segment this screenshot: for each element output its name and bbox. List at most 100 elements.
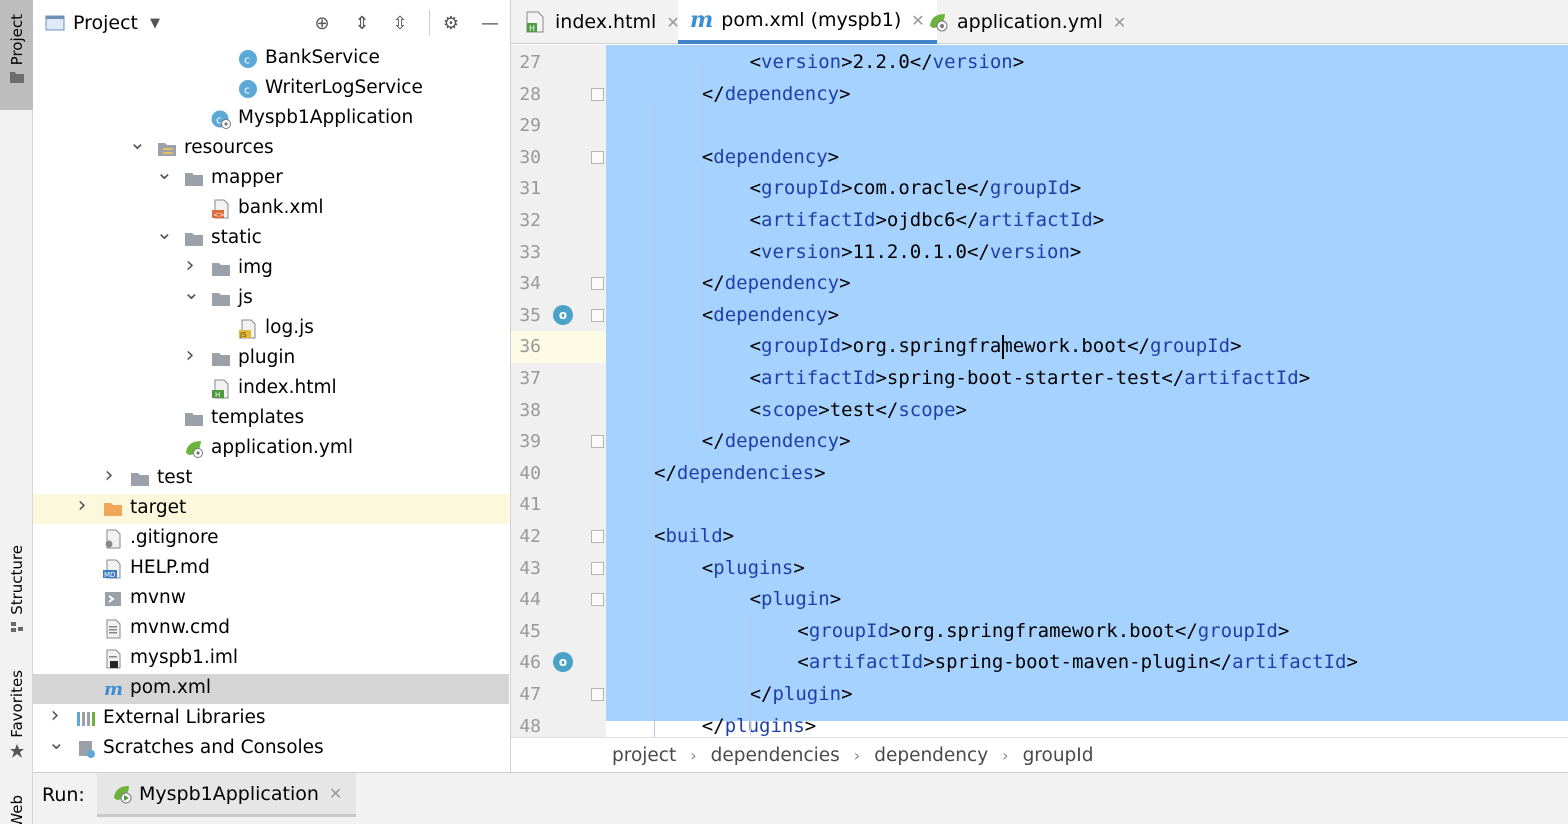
tree-item[interactable]: c BankService xyxy=(33,44,509,74)
tree-item[interactable]: › External Libraries xyxy=(33,704,509,734)
fold-marker-icon[interactable] xyxy=(591,308,604,322)
tree-item[interactable]: JS log.js xyxy=(33,314,509,344)
tree-item[interactable]: c Myspb1Application xyxy=(33,104,509,134)
close-icon[interactable]: ✕ xyxy=(911,11,924,30)
fold-marker-icon[interactable] xyxy=(591,593,604,607)
folder-icon xyxy=(211,349,231,369)
breadcrumb-item[interactable]: groupId xyxy=(1023,745,1094,766)
minimize-icon[interactable]: — xyxy=(479,13,501,35)
code-line: <groupId>org.springframework.boot</group… xyxy=(749,335,1242,358)
overridden-dependency-icon[interactable]: o xyxy=(553,304,573,325)
fold-marker-icon[interactable] xyxy=(591,277,604,291)
maven-icon: m xyxy=(690,7,714,33)
chevron-down-icon[interactable]: ⌄ xyxy=(183,282,200,302)
tree-item-label: Scratches and Consoles xyxy=(103,737,324,758)
tree-item[interactable]: <> bank.xml xyxy=(33,194,509,224)
tree-item-label: mapper xyxy=(211,167,283,188)
tree-item[interactable]: myspb1.iml xyxy=(33,644,509,674)
tab-label: pom.xml (myspb1) xyxy=(721,9,902,31)
chevron-down-icon[interactable]: ⌄ xyxy=(129,132,146,152)
tree-item[interactable]: ⌄ mapper xyxy=(33,162,509,194)
line-number: 28 xyxy=(519,83,541,105)
code-line: </plugins> xyxy=(701,714,817,737)
fold-marker-icon[interactable] xyxy=(591,87,604,101)
breadcrumb-item[interactable]: dependencies xyxy=(711,745,840,766)
chevron-down-icon[interactable]: ▼ xyxy=(150,16,160,31)
tree-item[interactable]: ⌄ js xyxy=(33,282,509,314)
chevron-down-icon[interactable]: ⌄ xyxy=(48,732,65,752)
tree-item[interactable]: Hindex.html xyxy=(33,374,509,404)
chevron-right-icon[interactable]: › xyxy=(48,705,62,727)
project-view-icon xyxy=(45,15,65,31)
tree-item[interactable]: › test xyxy=(33,464,509,494)
code-line: <artifactId>spring-boot-starter-test</ar… xyxy=(749,367,1311,389)
breadcrumb-item[interactable]: dependency xyxy=(874,745,988,766)
close-icon[interactable]: ✕ xyxy=(329,784,342,803)
tree-item[interactable]: mvnw xyxy=(33,584,509,614)
line-number: 33 xyxy=(519,241,541,263)
close-icon[interactable]: ✕ xyxy=(1113,13,1126,32)
star-icon xyxy=(9,743,24,758)
run-config-tab[interactable]: Myspb1Application ✕ xyxy=(97,773,357,817)
tab-index-html[interactable]: H index.html ✕ xyxy=(525,0,680,44)
tree-item[interactable]: › plugin xyxy=(33,344,509,374)
breadcrumb-item[interactable]: project xyxy=(612,745,676,766)
folder-icon xyxy=(184,409,204,429)
tree-item[interactable]: ⌄ resources xyxy=(33,132,509,164)
tree-item-label: static xyxy=(211,227,262,248)
tab-pom-xml[interactable]: m pom.xml (myspb1) ✕ xyxy=(678,0,937,44)
fold-marker-icon[interactable] xyxy=(591,150,604,164)
chevron-right-icon[interactable]: › xyxy=(183,255,197,277)
folder-icon xyxy=(211,289,231,309)
project-view-title[interactable]: Project xyxy=(73,12,138,34)
expand-all-icon[interactable]: ⇕ xyxy=(351,13,373,35)
tree-item[interactable]: › img xyxy=(33,254,509,284)
chevron-down-icon[interactable]: ⌄ xyxy=(156,162,173,182)
tree-item-label: log.js xyxy=(265,317,314,338)
fold-marker-icon[interactable] xyxy=(591,561,604,575)
favorites-tool-tab[interactable]: Favorites xyxy=(0,670,33,770)
svg-text:m: m xyxy=(104,679,123,699)
project-tool-tab[interactable]: Project xyxy=(0,0,33,110)
web-tool-tab[interactable]: Web xyxy=(0,795,33,824)
chevron-right-icon[interactable]: › xyxy=(75,495,89,517)
tree-item[interactable]: ⌄ Scratches and Consoles xyxy=(33,732,509,764)
code-editor[interactable]: 27 <version>2.2.0</version> 28 </dependency… xyxy=(511,45,1568,737)
fold-marker-icon[interactable] xyxy=(591,435,604,449)
spring-boot-run-icon xyxy=(114,785,132,803)
chevron-right-icon[interactable]: › xyxy=(102,465,116,487)
tree-item-label: External Libraries xyxy=(103,707,266,728)
line-number: 48 xyxy=(519,715,541,737)
tree-item[interactable]: c WriterLogService xyxy=(33,74,509,104)
tree-item[interactable]: › target xyxy=(33,494,509,524)
folder-icon xyxy=(184,229,204,249)
line-number: 40 xyxy=(519,462,541,484)
tree-item[interactable]: ⌄ static xyxy=(33,222,509,254)
tree-item[interactable]: mvnw.cmd xyxy=(33,614,509,644)
tree-item-label: js xyxy=(238,287,253,308)
tree-item[interactable]: MD HELP.md xyxy=(33,554,509,584)
tree-item-label: application.yml xyxy=(211,437,354,458)
code-line: </dependencies> xyxy=(654,461,826,484)
class-icon: c xyxy=(238,49,258,69)
tab-application-yml[interactable]: application.yml ✕ xyxy=(927,0,1126,44)
code-line: <plugin> xyxy=(749,588,842,611)
chevron-down-icon[interactable]: ⌄ xyxy=(156,222,173,242)
chevron-right-icon[interactable]: › xyxy=(183,345,197,367)
structure-tool-tab[interactable]: Structure xyxy=(0,545,33,645)
fold-marker-icon[interactable] xyxy=(591,688,604,701)
tree-item[interactable]: application.yml xyxy=(33,434,509,464)
fold-marker-icon[interactable] xyxy=(591,530,604,543)
tree-item-label: mvnw.cmd xyxy=(130,617,230,638)
locate-icon[interactable]: ⊕ xyxy=(311,13,333,35)
code-line: <dependency> xyxy=(701,303,840,326)
collapse-all-icon[interactable]: ⇳ xyxy=(389,13,411,35)
line-number: 39 xyxy=(519,431,541,453)
tree-item[interactable]: templates xyxy=(33,404,509,434)
line-number: 36 xyxy=(519,336,541,358)
gear-icon[interactable]: ⚙ xyxy=(440,13,462,35)
tree-item[interactable]: .gitignore xyxy=(33,524,509,554)
tree-item[interactable]: m pom.xml xyxy=(33,674,509,704)
folder-icon xyxy=(130,469,150,489)
structure-tool-label: Structure xyxy=(7,545,26,615)
